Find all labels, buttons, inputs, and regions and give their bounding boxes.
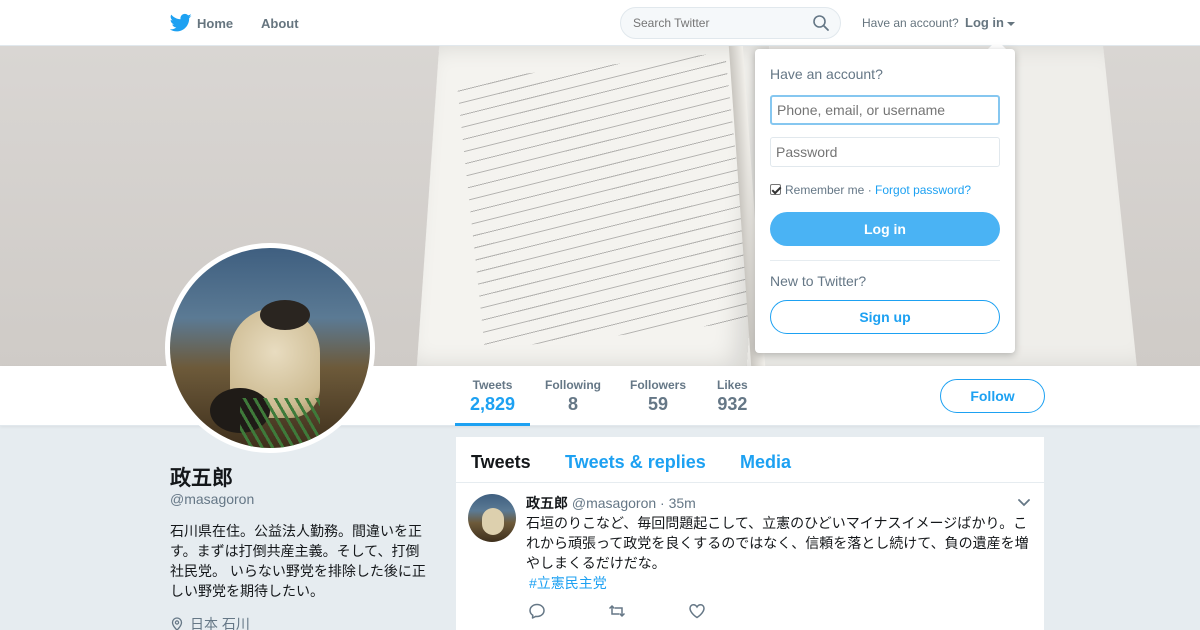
login-heading: Have an account?: [770, 66, 883, 82]
tweet-avatar-panda: [482, 508, 504, 535]
forgot-password-link[interactable]: Forgot password?: [875, 183, 971, 197]
profile-name[interactable]: 政五郎: [170, 462, 233, 492]
have-account-text: Have an account?: [862, 16, 959, 30]
location-pin-icon: [171, 617, 183, 630]
chevron-down-icon[interactable]: [1018, 499, 1030, 507]
search-icon[interactable]: [812, 14, 830, 32]
stat-label: Following: [545, 378, 601, 392]
login-dropdown: Have an account? Remember me · Forgot pa…: [755, 49, 1015, 353]
dropdown-arrow: [988, 40, 1006, 49]
avatar-photo: [170, 248, 370, 448]
stat-likes[interactable]: Likes 932: [717, 378, 748, 415]
login-submit-button[interactable]: Log in: [770, 212, 1000, 246]
follow-button[interactable]: Follow: [940, 379, 1045, 413]
username-field[interactable]: [770, 95, 1000, 125]
remember-me-checkbox[interactable]: [770, 184, 781, 195]
dropdown-divider: [770, 260, 1000, 261]
timeline-tabs: Tweets Tweets & replies Media: [456, 437, 1044, 483]
heart-icon[interactable]: [688, 602, 706, 620]
stat-followers[interactable]: Followers 59: [630, 378, 686, 415]
profile-location-text: 日本 石川: [190, 616, 250, 630]
tweet-author-handle[interactable]: @masagoron: [572, 495, 656, 511]
active-stat-indicator: [455, 423, 530, 426]
timeline: Tweets Tweets & replies Media 政五郎 @masag…: [456, 437, 1044, 630]
nav-home-link[interactable]: Home: [197, 16, 233, 31]
avatar-leaves: [240, 398, 320, 448]
tweet-author-name[interactable]: 政五郎: [526, 495, 568, 511]
tweet-avatar[interactable]: [468, 494, 516, 542]
profile-handle[interactable]: @masagoron: [170, 491, 254, 507]
stat-value: 932: [717, 394, 748, 414]
tweet-separator: ·: [660, 495, 665, 511]
stat-value: 59: [647, 394, 669, 414]
avatar-panda-patch: [260, 300, 310, 330]
tweet-header: 政五郎 @masagoron · 35m: [526, 493, 696, 513]
tweet-timestamp[interactable]: 35m: [669, 495, 696, 511]
tab-tweets-and-replies[interactable]: Tweets & replies: [565, 452, 706, 473]
profile-bio: 石川県在住。公益法人勤務。間違いを正す。まずは打倒共産主義。そして、打倒社民党。…: [170, 523, 426, 599]
stat-label: Tweets: [472, 378, 513, 392]
caret-down-icon: [1007, 21, 1015, 26]
nav-about-link[interactable]: About: [261, 16, 299, 31]
tweet-item[interactable]: 政五郎 @masagoron · 35m 石垣のりこなど、毎回問題起こして、立憲…: [456, 484, 1044, 630]
stat-following[interactable]: Following 8: [545, 378, 601, 415]
top-navigation-bar: Home About Have an account? Log in: [0, 0, 1200, 46]
remember-separator: ·: [867, 183, 872, 197]
tab-tweets[interactable]: Tweets: [471, 452, 531, 473]
banner-book-text: [456, 52, 754, 350]
stat-tweets[interactable]: Tweets 2,829: [470, 378, 515, 415]
stat-label: Likes: [717, 378, 748, 392]
stat-value: 2,829: [470, 394, 516, 414]
tab-media[interactable]: Media: [740, 452, 791, 473]
retweet-icon[interactable]: [608, 602, 626, 620]
signup-button[interactable]: Sign up: [770, 300, 1000, 334]
login-dropdown-toggle[interactable]: Log in: [965, 15, 1015, 30]
stat-label: Followers: [630, 378, 687, 392]
login-toggle-label: Log in: [965, 15, 1004, 30]
tweet-text: 石垣のりこなど、毎回問題起こして、立憲のひどいマイナスイメージばかり。これから頑…: [526, 515, 1029, 571]
profile-location: 日本 石川: [170, 614, 250, 630]
remember-me-row: Remember me · Forgot password?: [770, 183, 971, 197]
stat-value: 8: [567, 394, 578, 414]
tweet-hashtag-link[interactable]: #立憲民主党: [529, 573, 607, 593]
remember-me-label[interactable]: Remember me: [785, 183, 864, 197]
profile-avatar[interactable]: [165, 243, 375, 453]
password-field[interactable]: [770, 137, 1000, 167]
search-input[interactable]: [620, 7, 841, 39]
new-to-twitter-text: New to Twitter?: [770, 273, 867, 289]
reply-icon[interactable]: [528, 602, 546, 620]
twitter-bird-icon[interactable]: [170, 13, 192, 33]
